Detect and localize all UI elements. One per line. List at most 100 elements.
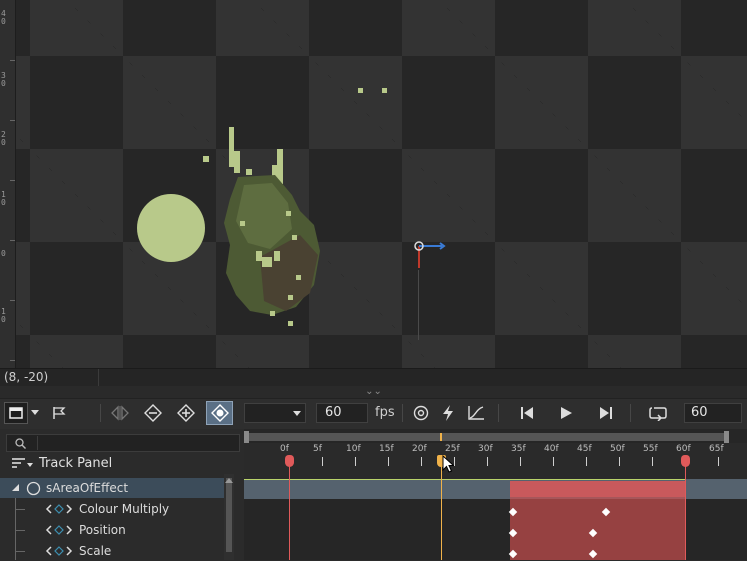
play-button[interactable] <box>555 402 577 424</box>
chevron-down-icon <box>31 410 39 415</box>
play-icon <box>561 407 572 419</box>
range-marker-icon[interactable] <box>285 455 294 467</box>
remove-keyframe-button[interactable] <box>141 402 165 424</box>
frame-tick <box>487 457 488 466</box>
flag-icon <box>53 407 66 419</box>
track-row-position[interactable]: Position <box>0 520 230 540</box>
range-playhead-marker <box>439 433 442 441</box>
asset-track-top-line <box>244 479 685 480</box>
scroll-up-arrow-icon[interactable] <box>225 478 233 483</box>
frame-label: 55f <box>643 444 658 454</box>
loop-toggle-button[interactable] <box>646 402 670 424</box>
track-row-colour-multiply[interactable]: Colour Multiply <box>0 499 230 519</box>
moment-flag-button[interactable] <box>48 402 70 424</box>
playhead-line <box>440 463 442 560</box>
keyframe-nav-icon[interactable] <box>45 546 73 556</box>
curve-editor-button[interactable] <box>465 402 487 424</box>
sort-icon[interactable] <box>11 457 33 471</box>
origin-guide-line <box>418 270 419 340</box>
frame-tick <box>553 457 554 466</box>
add-keyframe-button[interactable] <box>174 402 198 424</box>
frame-label: 25f <box>445 444 460 454</box>
track-view-button[interactable] <box>4 402 28 424</box>
asset-track-label: sAreaOfEffect <box>46 481 129 495</box>
status-bar: (8, -20) <box>0 368 747 387</box>
frame-label: 60f <box>676 444 691 454</box>
fps-input[interactable]: 60 <box>316 403 368 423</box>
frame-tick <box>388 457 389 466</box>
snap-button[interactable] <box>410 402 432 424</box>
clip-region-header <box>510 481 685 497</box>
frame-tick <box>355 457 356 466</box>
diamond-minus-icon <box>144 404 162 422</box>
creature-sprite-icon <box>203 127 320 326</box>
range-line <box>289 463 290 560</box>
ruler-label: 1 0 <box>1 307 6 324</box>
range-line <box>685 463 686 560</box>
frame-tick <box>322 457 323 466</box>
vertical-ruler: 4 0 3 0 2 0 1 0 0 1 0 <box>0 0 16 368</box>
range-handle-left[interactable] <box>244 431 249 443</box>
curve-graph-icon <box>468 406 484 420</box>
track-view-dropdown[interactable] <box>29 402 41 424</box>
frame-label: 20f <box>412 444 427 454</box>
panel-splitter[interactable]: ⌄⌄ <box>0 386 747 398</box>
frame-label: 45f <box>577 444 592 454</box>
track-label: Scale <box>79 544 112 558</box>
frame-label: 35f <box>511 444 526 454</box>
frame-label: 50f <box>610 444 625 454</box>
frame-tick <box>454 457 455 466</box>
origin-gizmo-icon[interactable] <box>410 238 450 274</box>
scrollbar-thumb[interactable] <box>226 478 232 552</box>
fps-label: fps <box>375 405 395 420</box>
at-sign-icon <box>413 405 429 421</box>
track-row-scale[interactable]: Scale <box>0 541 230 561</box>
range-scrollbar[interactable] <box>244 433 729 441</box>
skip-forward-icon <box>600 407 612 419</box>
track-row-asset[interactable]: sAreaOfEffect <box>0 478 230 498</box>
ruler-label: 2 0 <box>1 130 6 147</box>
frame-tick <box>619 457 620 466</box>
track-search-input[interactable] <box>6 434 240 452</box>
timeline-area[interactable]: 0f 5f 10f 15f 20f 25f 30f 35f 40f 45f 50f 55f 60f 65f <box>244 429 747 560</box>
range-marker-icon[interactable] <box>681 455 690 467</box>
lightning-icon <box>443 405 453 421</box>
ruler-label: 0 <box>1 249 6 258</box>
split-keyframe-button[interactable] <box>108 402 132 424</box>
go-to-start-button[interactable] <box>516 402 538 424</box>
circle-sprite-icon <box>137 194 205 262</box>
diamond-record-icon <box>210 404 229 422</box>
keyframe-nav-icon[interactable] <box>45 525 73 535</box>
frame-label: 5f <box>313 444 322 454</box>
collapse-triangle-icon[interactable] <box>11 484 20 492</box>
frame-tick <box>718 457 719 466</box>
mouse-cursor-icon <box>442 454 455 477</box>
track-panel-title: Track Panel <box>39 456 113 471</box>
ruler-label: 3 0 <box>1 71 6 88</box>
frame-tick <box>586 457 587 466</box>
frame-tick <box>421 457 422 466</box>
ruler-label: 4 0 <box>1 9 6 26</box>
track-label: Colour Multiply <box>79 502 170 516</box>
frame-label: 65f <box>709 444 724 454</box>
ruler-label: 1 0 <box>1 190 6 207</box>
room-viewport[interactable]: 4 0 3 0 2 0 1 0 0 1 0 <box>0 0 747 368</box>
loop-icon <box>649 407 667 421</box>
frame-label: 40f <box>544 444 559 454</box>
window-icon <box>9 407 23 419</box>
frame-tick <box>652 457 653 466</box>
end-frame-input[interactable]: 60 <box>684 403 742 423</box>
keyframe-nav-icon[interactable] <box>45 504 73 514</box>
chevron-down-icon <box>293 411 301 416</box>
range-handle-right[interactable] <box>724 431 729 443</box>
quick-action-button[interactable] <box>438 402 458 424</box>
playback-mode-select[interactable] <box>244 403 306 423</box>
cursor-coordinates: (8, -20) <box>4 370 49 384</box>
particle-dot <box>358 88 363 93</box>
go-to-end-button[interactable] <box>595 402 617 424</box>
frame-label: 0f <box>280 444 289 454</box>
collapse-chevron-icon: ⌄⌄ <box>365 386 382 397</box>
frame-label: 30f <box>478 444 493 454</box>
diamond-plus-icon <box>177 404 195 422</box>
record-keyframe-toggle[interactable] <box>206 401 233 425</box>
